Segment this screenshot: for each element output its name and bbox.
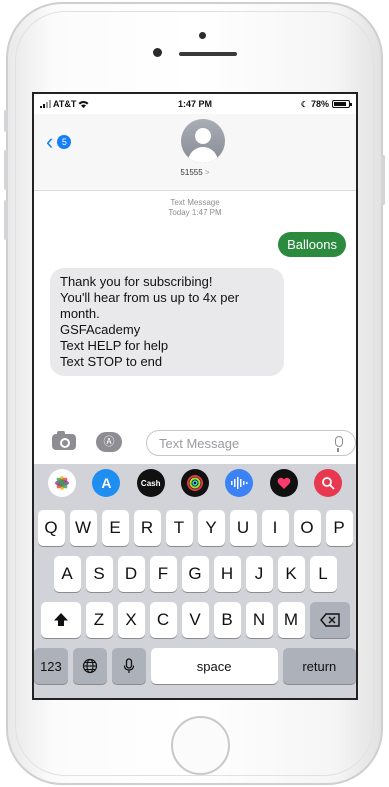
keyboard-row-4: 123 space return <box>34 648 356 684</box>
timestamp-type: Text Message <box>170 198 220 207</box>
key[interactable]: T <box>165 510 193 546</box>
dictation-key[interactable] <box>111 648 146 684</box>
message-line: month. <box>60 306 100 321</box>
back-button[interactable]: ‹ 5 <box>46 129 72 154</box>
key[interactable]: Z <box>85 602 113 638</box>
key[interactable]: N <box>245 602 273 638</box>
battery-percent: 78% <box>310 99 329 109</box>
audio-message-icon[interactable] <box>225 469 254 497</box>
camera-icon[interactable] <box>52 431 76 450</box>
keyboard-row-1: Q W E R T Y U I O P <box>34 510 356 546</box>
key[interactable]: S <box>85 556 113 592</box>
screen: AT&T 1:47 PM ☾ 78% ‹ 5 51555 > Text Mess… <box>32 92 358 700</box>
key[interactable]: J <box>245 556 273 592</box>
key[interactable]: M <box>277 602 305 638</box>
message-line: Thank you for subscribing! <box>60 274 213 289</box>
app-store-icon[interactable]: A <box>92 469 121 497</box>
key[interactable]: P <box>325 510 353 546</box>
message-line: You'll hear from us up to 4x per <box>60 290 240 305</box>
contact-name[interactable]: 51555 > <box>34 168 356 177</box>
key[interactable]: O <box>293 510 321 546</box>
contact-number: 51555 <box>180 168 203 177</box>
numbers-key[interactable]: 123 <box>34 648 68 684</box>
key[interactable]: V <box>181 602 209 638</box>
message-timestamp: Text Message Today 1:47 PM <box>34 198 356 218</box>
app-drawer: A Cash <box>34 464 356 502</box>
front-camera <box>153 48 162 57</box>
compose-bar: Ⓐ <box>34 426 356 462</box>
space-key[interactable]: space <box>150 648 278 684</box>
key[interactable]: I <box>261 510 289 546</box>
shift-icon <box>53 613 68 626</box>
key[interactable]: X <box>117 602 145 638</box>
shift-key[interactable] <box>40 602 81 638</box>
digital-touch-icon[interactable] <box>269 469 298 497</box>
message-line: Text HELP for help <box>60 338 169 353</box>
chevron-right-icon: > <box>204 168 210 177</box>
home-button[interactable] <box>171 716 230 775</box>
web-search-icon[interactable] <box>313 469 342 497</box>
key[interactable]: R <box>133 510 161 546</box>
backspace-icon <box>319 613 340 627</box>
sent-message-bubble[interactable]: Balloons <box>278 232 346 257</box>
globe-icon <box>82 658 97 674</box>
key[interactable]: E <box>101 510 129 546</box>
earpiece-speaker <box>179 52 237 56</box>
volume-down-button <box>4 200 8 240</box>
apple-cash-icon[interactable]: Cash <box>136 469 165 497</box>
key[interactable]: A <box>53 556 81 592</box>
key[interactable]: C <box>149 602 177 638</box>
status-bar: AT&T 1:47 PM ☾ 78% <box>34 94 356 114</box>
moon-icon: ☾ <box>300 99 308 109</box>
microphone-icon <box>123 658 134 673</box>
key[interactable]: Y <box>197 510 225 546</box>
battery-icon <box>332 100 352 108</box>
proximity-sensor <box>199 32 206 39</box>
contact-avatar[interactable] <box>181 119 225 163</box>
volume-up-button <box>4 150 8 190</box>
key[interactable]: L <box>309 556 337 592</box>
keyboard: A Cash Q W E R T Y U I O P A S D F G H J… <box>34 464 356 698</box>
return-key[interactable]: return <box>282 648 356 684</box>
key[interactable]: D <box>117 556 145 592</box>
unread-badge: 5 <box>57 135 72 149</box>
message-input-field[interactable] <box>146 430 356 456</box>
key[interactable]: G <box>181 556 209 592</box>
key[interactable]: U <box>229 510 257 546</box>
message-input[interactable] <box>159 436 324 451</box>
keyboard-row-2: A S D F G H J K L <box>34 556 356 592</box>
delete-key[interactable] <box>309 602 350 638</box>
microphone-icon[interactable] <box>335 436 343 452</box>
received-message-bubble[interactable]: Thank you for subscribing! You'll hear f… <box>50 268 284 376</box>
keyboard-row-3: Z X C V B N M <box>34 602 356 638</box>
message-line: GSFAcademy <box>60 322 141 337</box>
key[interactable]: W <box>69 510 97 546</box>
key[interactable]: H <box>213 556 241 592</box>
message-line: Text STOP to end <box>60 354 163 369</box>
key[interactable]: K <box>277 556 305 592</box>
key[interactable]: B <box>213 602 241 638</box>
key[interactable]: Q <box>37 510 65 546</box>
power-button <box>381 155 385 205</box>
activity-icon[interactable] <box>180 469 209 497</box>
globe-key[interactable] <box>72 648 107 684</box>
app-store-button[interactable]: Ⓐ <box>96 432 122 452</box>
conversation-header: ‹ 5 51555 > <box>34 114 356 191</box>
photos-app-icon[interactable] <box>48 469 77 497</box>
key[interactable]: F <box>149 556 177 592</box>
timestamp-time: Today 1:47 PM <box>168 208 222 217</box>
mute-switch <box>4 110 8 132</box>
chevron-left-icon: ‹ <box>46 129 54 154</box>
